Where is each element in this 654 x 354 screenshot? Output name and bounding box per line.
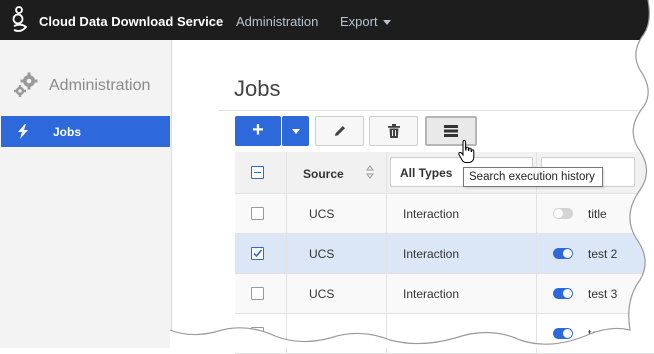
add-job-button[interactable]: + — [235, 116, 281, 146]
sidebar: Administration Jobs — [0, 40, 172, 348]
nav-administration[interactable]: Administration — [236, 14, 318, 29]
row-checkbox[interactable] — [251, 287, 264, 300]
enabled-toggle[interactable] — [553, 248, 573, 259]
row-name: test 2 — [588, 247, 618, 261]
page-title: Jobs — [234, 76, 281, 101]
header-check-cell — [235, 152, 287, 193]
row-name: title — [588, 207, 607, 221]
row-name-cell: test 2 — [537, 234, 654, 273]
table-row[interactable]: UCS Interaction test 2 — [235, 234, 654, 274]
row-source-cell: UCS — [287, 234, 387, 273]
row-type-cell: Interaction — [387, 194, 537, 233]
header-source-cell[interactable]: Source — [287, 152, 387, 193]
enabled-toggle[interactable] — [553, 328, 573, 339]
row-type-cell — [387, 314, 537, 353]
row-source-cell: UCS — [287, 274, 387, 313]
column-header-source: Source — [303, 167, 344, 181]
type-filter-value: All Types — [400, 166, 453, 180]
sidebar-item-label: Jobs — [53, 125, 82, 139]
row-source: UCS — [309, 287, 335, 301]
row-check-cell — [235, 234, 287, 273]
select-all-checkbox[interactable] — [251, 166, 264, 179]
enabled-toggle[interactable] — [553, 208, 573, 219]
list-icon — [444, 125, 458, 137]
row-type: Interaction — [403, 287, 460, 301]
sidebar-item-jobs[interactable]: Jobs — [1, 116, 170, 147]
add-options-dropdown-button[interactable] — [282, 116, 309, 146]
checkmark-icon — [253, 249, 263, 258]
sort-icon — [366, 165, 374, 179]
row-source-cell: UCS — [287, 194, 387, 233]
row-name-cell: test 3 — [537, 274, 654, 313]
table-row[interactable]: UCS Interaction test 3 — [235, 274, 654, 314]
row-name: test — [588, 327, 608, 341]
row-type-cell: Interaction — [387, 274, 537, 313]
delete-button[interactable] — [369, 116, 418, 146]
trash-icon — [387, 124, 400, 138]
row-check-cell — [235, 314, 287, 353]
nav-export-label: Export — [340, 14, 378, 29]
row-check-cell — [235, 274, 287, 313]
app-brand[interactable]: Cloud Data Download Service — [39, 14, 223, 29]
edit-button[interactable] — [315, 116, 364, 146]
row-source: UCS — [309, 247, 335, 261]
row-checkbox[interactable] — [251, 207, 264, 220]
nav-export-menu[interactable]: Export — [340, 14, 391, 29]
genesys-logo-icon — [12, 6, 28, 32]
chevron-down-icon — [292, 129, 300, 134]
row-name-cell: title — [537, 194, 654, 233]
gears-icon — [14, 72, 38, 97]
row-source: UCS — [309, 207, 335, 221]
row-name: test 3 — [588, 287, 618, 301]
hand-cursor-icon — [458, 140, 475, 163]
indeterminate-mark — [254, 172, 261, 173]
enabled-toggle[interactable] — [553, 288, 573, 299]
row-check-cell — [235, 194, 287, 233]
chevron-down-icon — [382, 20, 391, 26]
top-navbar: Cloud Data Download Service Administrati… — [0, 0, 654, 40]
row-checkbox[interactable] — [251, 247, 264, 260]
row-type: Interaction — [403, 207, 460, 221]
row-type: Interaction — [403, 247, 460, 261]
row-name-cell: test — [537, 314, 654, 353]
lightning-icon — [18, 124, 28, 139]
table-row[interactable]: UCS Interaction title — [235, 194, 654, 234]
row-type-cell: Interaction — [387, 234, 537, 273]
toggle-knob — [554, 209, 563, 218]
table-row[interactable]: test — [235, 314, 654, 354]
sidebar-title: Administration — [49, 77, 151, 94]
row-source-cell — [287, 314, 387, 353]
toggle-knob — [563, 329, 572, 338]
row-checkbox[interactable] — [251, 327, 264, 340]
pencil-icon — [334, 126, 345, 136]
toggle-knob — [563, 289, 572, 298]
tooltip-search-history: Search execution history — [463, 167, 603, 187]
toggle-knob — [563, 249, 572, 258]
divider — [218, 110, 654, 111]
